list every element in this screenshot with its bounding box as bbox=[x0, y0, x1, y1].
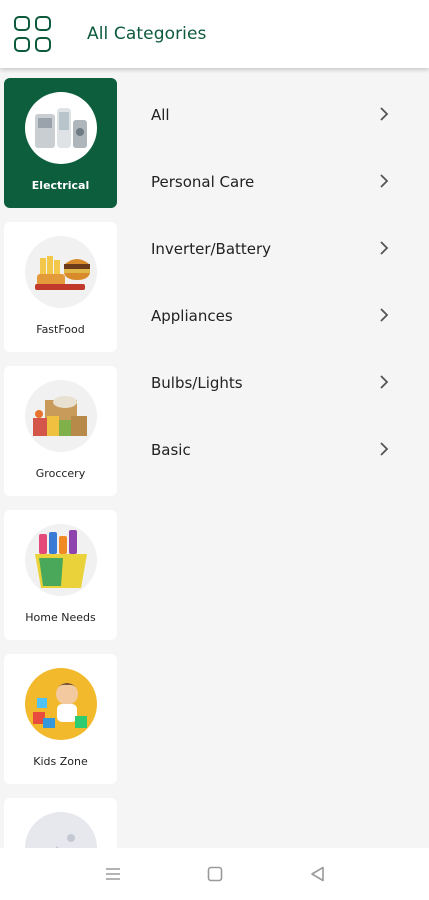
subcategory-row-all[interactable]: All bbox=[122, 68, 429, 135]
cleaning-basket-image bbox=[25, 524, 97, 596]
back-triangle-icon[interactable] bbox=[308, 864, 328, 884]
subcategory-label: Bulbs/Lights bbox=[151, 374, 243, 392]
placeholder-image bbox=[25, 812, 97, 848]
category-label: Electrical bbox=[31, 179, 90, 192]
page-title: All Categories bbox=[87, 24, 207, 44]
subcategory-row-basic[interactable]: Basic bbox=[122, 403, 429, 470]
category-item-electrical[interactable]: Electrical bbox=[4, 78, 117, 208]
subcategory-row-bulbs-lights[interactable]: Bulbs/Lights bbox=[122, 336, 429, 403]
category-item-placeholder[interactable] bbox=[4, 798, 117, 848]
chevron-right-icon bbox=[380, 241, 389, 255]
subcategory-row-personal-care[interactable]: Personal Care bbox=[122, 135, 429, 202]
subcategory-label: Inverter/Battery bbox=[151, 240, 272, 258]
chevron-right-icon bbox=[380, 174, 389, 188]
category-item-fastfood[interactable]: FastFood bbox=[4, 222, 117, 352]
category-item-kids-zone[interactable]: Kids Zone bbox=[4, 654, 117, 784]
category-label: FastFood bbox=[36, 323, 85, 336]
chevron-right-icon bbox=[380, 308, 389, 322]
subcategory-label: Appliances bbox=[151, 307, 233, 325]
kids-toys-image bbox=[25, 668, 97, 740]
subcategory-row-appliances[interactable]: Appliances bbox=[122, 269, 429, 336]
subcategory-label: Personal Care bbox=[151, 173, 255, 191]
chevron-right-icon bbox=[380, 107, 389, 121]
chevron-right-icon bbox=[380, 375, 389, 389]
subcategory-label: Basic bbox=[151, 441, 191, 459]
category-sidebar[interactable]: Electrical FastFood Groccery Home Needs … bbox=[0, 68, 122, 848]
chevron-right-icon bbox=[380, 442, 389, 456]
home-square-icon[interactable] bbox=[205, 864, 225, 884]
burger-image bbox=[25, 236, 97, 308]
category-item-groccery[interactable]: Groccery bbox=[4, 366, 117, 496]
category-label: Groccery bbox=[35, 467, 86, 480]
subcategory-row-inverter-battery[interactable]: Inverter/Battery bbox=[122, 202, 429, 269]
category-item-home-needs[interactable]: Home Needs bbox=[4, 510, 117, 640]
category-label: Home Needs bbox=[25, 611, 96, 624]
system-nav-bar bbox=[0, 848, 429, 900]
subcategory-label: All bbox=[151, 106, 170, 124]
grid-icon[interactable] bbox=[14, 16, 54, 54]
category-label: Kids Zone bbox=[33, 755, 88, 768]
grocery-image bbox=[25, 380, 97, 452]
appliances-image bbox=[25, 92, 97, 164]
app-bar: All Categories bbox=[0, 0, 429, 68]
menu-icon[interactable] bbox=[103, 864, 123, 884]
